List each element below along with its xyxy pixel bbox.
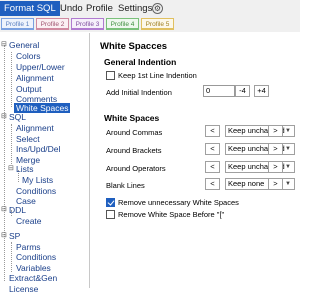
tree-create[interactable]: Create — [16, 216, 42, 226]
blank-lines-select[interactable]: Keep none ▼ — [225, 178, 295, 190]
keep-first-line-checkbox[interactable] — [106, 71, 115, 80]
page-title: White Spacces — [100, 41, 168, 52]
white-spaces-heading: White Spaces — [104, 113, 160, 123]
collapse-icon[interactable]: ⊟ — [1, 206, 7, 214]
tree-output[interactable]: Output — [16, 84, 42, 94]
menu-settings[interactable]: Settings — [118, 1, 152, 16]
tree-sp-conditions[interactable]: Conditions — [16, 252, 56, 262]
tree-alignment[interactable]: Alignment — [16, 73, 54, 83]
gear-icon[interactable]: ⚙ — [152, 3, 163, 14]
remove-unnecessary-label: Remove unnecessary White Spaces — [118, 198, 239, 207]
settings-tree: ⊟ General Colors Upper/Lower Alignment O… — [0, 33, 90, 294]
chevron-down-icon: ▼ — [285, 128, 291, 134]
tree-parms[interactable]: Parms — [16, 242, 41, 252]
add-initial-indention-label: Add Initial Indention — [106, 88, 172, 97]
around-operators-select[interactable]: Keep unchanged ▼ — [225, 161, 295, 173]
initial-indention-input[interactable]: 0 — [203, 85, 235, 97]
around-operators-prev-button[interactable]: < — [205, 161, 220, 173]
remove-before-bracket-checkbox[interactable] — [106, 210, 115, 219]
around-commas-next-button[interactable]: > — [268, 125, 283, 137]
tree-upper-lower[interactable]: Upper/Lower — [16, 62, 65, 72]
around-brackets-next-button[interactable]: > — [268, 143, 283, 155]
general-indention-heading: General Indention — [104, 57, 177, 67]
menu-bar: Format SQL Undo Profile Settings ⚙ — [0, 0, 300, 17]
remove-before-bracket-label: Remove White Space Before "[" — [118, 210, 225, 219]
tab-profile-4[interactable]: Profile 4 — [106, 18, 139, 30]
decrease-indention-button[interactable]: -4 — [235, 85, 250, 97]
tab-profile-5[interactable]: Profile 5 — [141, 18, 174, 30]
tab-profile-2[interactable]: Profile 2 — [36, 18, 69, 30]
tree-ddl[interactable]: DDL — [9, 205, 26, 215]
collapse-icon[interactable]: ⊟ — [1, 113, 7, 121]
around-commas-label: Around Commas — [106, 128, 163, 137]
tree-sql-alignment[interactable]: Alignment — [16, 123, 54, 133]
collapse-icon[interactable]: ⊟ — [1, 41, 7, 49]
tree-ins-upd-del[interactable]: Ins/Upd/Del — [16, 144, 60, 154]
collapse-icon[interactable]: ⊟ — [8, 165, 14, 173]
remove-unnecessary-checkbox[interactable] — [106, 198, 115, 207]
chevron-down-icon: ▼ — [285, 146, 291, 152]
keep-first-line-label: Keep 1st Line Indention — [118, 71, 197, 80]
around-commas-select[interactable]: Keep unchanged ▼ — [225, 125, 295, 137]
tab-profile-1[interactable]: Profile 1 — [1, 18, 34, 30]
tree-extract-gen[interactable]: Extract&Gen — [9, 273, 57, 283]
menu-profile[interactable]: Profile — [86, 1, 113, 16]
tree-colors[interactable]: Colors — [16, 51, 41, 61]
profile-tabs: Profile 1 Profile 2 Profile 3 Profile 4 … — [0, 17, 300, 32]
tree-my-lists[interactable]: My Lists — [22, 175, 53, 185]
menu-undo[interactable]: Undo — [60, 1, 83, 16]
around-brackets-select[interactable]: Keep unchanged ▼ — [225, 143, 295, 155]
tree-conditions[interactable]: Conditions — [16, 186, 56, 196]
blank-lines-next-button[interactable]: > — [268, 178, 283, 190]
collapse-icon[interactable]: ⊟ — [1, 232, 7, 240]
blank-lines-prev-button[interactable]: < — [205, 178, 220, 190]
blank-lines-value: Keep none — [228, 179, 265, 188]
tree-lists[interactable]: Lists — [16, 164, 33, 174]
around-operators-next-button[interactable]: > — [268, 161, 283, 173]
increase-indention-button[interactable]: +4 — [254, 85, 269, 97]
around-brackets-prev-button[interactable]: < — [205, 143, 220, 155]
tree-license[interactable]: License — [9, 284, 38, 294]
around-commas-prev-button[interactable]: < — [205, 125, 220, 137]
menu-format-sql[interactable]: Format SQL — [0, 1, 60, 16]
chevron-down-icon: ▼ — [285, 181, 291, 187]
around-brackets-label: Around Brackets — [106, 146, 162, 155]
tree-sp[interactable]: SP — [9, 231, 20, 241]
tree-select[interactable]: Select — [16, 134, 40, 144]
around-operators-label: Around Operators — [106, 164, 166, 173]
tab-profile-3[interactable]: Profile 3 — [71, 18, 104, 30]
tree-sql[interactable]: SQL — [9, 112, 26, 122]
tree-general[interactable]: General — [9, 40, 39, 50]
blank-lines-label: Blank Lines — [106, 181, 145, 190]
chevron-down-icon: ▼ — [285, 164, 291, 170]
tree-variables[interactable]: Variables — [16, 263, 51, 273]
